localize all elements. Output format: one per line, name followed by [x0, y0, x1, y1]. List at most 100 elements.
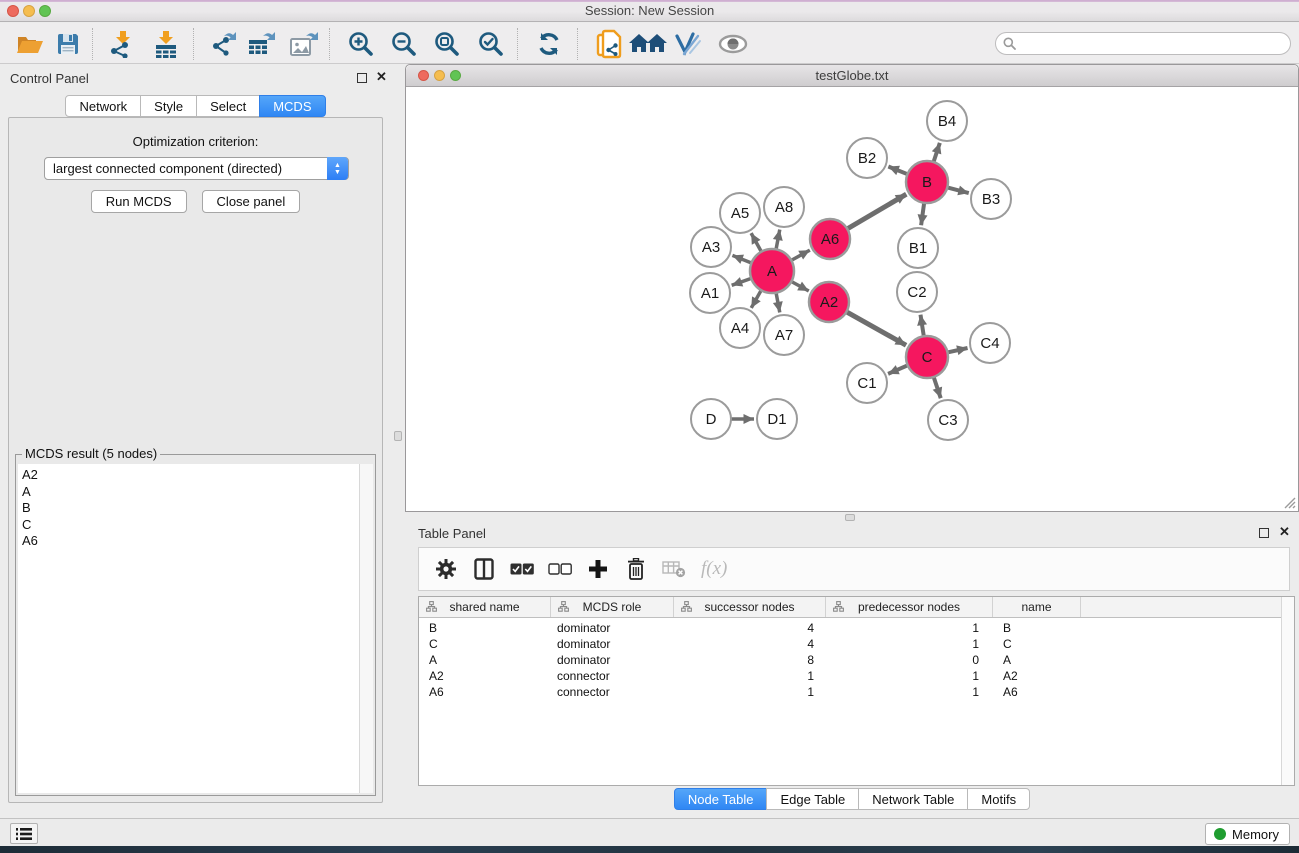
graph-edge-C-C1[interactable]: [888, 365, 908, 374]
graph-node-B[interactable]: B: [906, 161, 948, 203]
graph-node-B4[interactable]: B4: [927, 101, 967, 141]
graph-node-A5[interactable]: A5: [720, 193, 760, 233]
graph-edge-A-A4[interactable]: [751, 290, 761, 308]
optimization-criterion-select[interactable]: largest connected component (directed) ▲…: [44, 157, 349, 180]
open-file-button[interactable]: [14, 28, 46, 60]
hide-panels-button[interactable]: [672, 28, 704, 60]
zoom-fit-button[interactable]: [431, 28, 463, 60]
graph-node-A7[interactable]: A7: [764, 315, 804, 355]
column-header-shared-name[interactable]: shared name: [419, 597, 551, 617]
column-header-successor-nodes[interactable]: successor nodes: [674, 597, 826, 617]
graph-edge-C-C3[interactable]: [934, 377, 941, 398]
graph-node-B3[interactable]: B3: [971, 179, 1011, 219]
graph-node-A8[interactable]: A8: [764, 187, 804, 227]
add-column-button[interactable]: [581, 552, 615, 586]
vertical-splitter-handle[interactable]: [394, 431, 402, 441]
zoom-out-button[interactable]: [388, 28, 420, 60]
tab-motifs[interactable]: Motifs: [967, 788, 1030, 810]
save-session-button[interactable]: [52, 28, 84, 60]
column-header-MCDS-role[interactable]: MCDS role: [551, 597, 674, 617]
graph-edge-B-B1[interactable]: [921, 203, 924, 225]
graph-edge-B-B2[interactable]: [888, 167, 907, 175]
graph-edge-A-A1[interactable]: [732, 278, 752, 285]
close-table-panel-icon[interactable]: ✕: [1279, 524, 1290, 540]
zoom-selected-button[interactable]: [475, 28, 507, 60]
graph-edge-C-C2[interactable]: [920, 315, 923, 337]
mcds-result-list[interactable]: A2ABCA6: [18, 464, 373, 793]
resize-grip-icon[interactable]: [1283, 496, 1296, 509]
graph-node-A6[interactable]: A6: [810, 219, 850, 259]
graph-node-C2[interactable]: C2: [897, 272, 937, 312]
tab-mcds[interactable]: MCDS: [259, 95, 325, 117]
graph-node-D[interactable]: D: [691, 399, 731, 439]
table-row[interactable]: A6connector11A6: [419, 684, 1294, 700]
close-panel-icon[interactable]: ✕: [376, 69, 387, 85]
column-header-name[interactable]: name: [993, 597, 1081, 617]
mcds-result-item[interactable]: A2: [22, 467, 373, 484]
export-network-button[interactable]: [208, 28, 240, 60]
import-table-button[interactable]: [150, 28, 182, 60]
graph-edge-C-C4[interactable]: [947, 348, 967, 352]
float-table-panel-icon[interactable]: [1259, 528, 1269, 538]
graph-node-A1[interactable]: A1: [690, 273, 730, 313]
tab-style[interactable]: Style: [140, 95, 197, 117]
show-columns-button[interactable]: [467, 552, 501, 586]
table-row[interactable]: Cdominator41C: [419, 636, 1294, 652]
mcds-result-item[interactable]: B: [22, 500, 373, 517]
close-panel-button[interactable]: Close panel: [202, 190, 301, 213]
graph-node-C3[interactable]: C3: [928, 400, 968, 440]
delete-table-button[interactable]: [657, 552, 691, 586]
mcds-result-item[interactable]: A: [22, 484, 373, 501]
memory-button[interactable]: Memory: [1205, 823, 1290, 845]
task-history-button[interactable]: [10, 823, 38, 844]
network-canvas[interactable]: A B C A6 A2 A1 A3 A4 A5 A7 A8 B1 B2 B3B4 C1 C2 C3C4 D D1: [406, 87, 1298, 511]
graph-node-B2[interactable]: B2: [847, 138, 887, 178]
graph-edge-A-A6[interactable]: [791, 250, 810, 260]
graph-node-A[interactable]: A: [750, 249, 794, 293]
home-button[interactable]: [628, 28, 668, 60]
tab-edge-table[interactable]: Edge Table: [766, 788, 859, 810]
graph-edge-A6-B[interactable]: [847, 194, 906, 229]
graph-node-A4[interactable]: A4: [720, 308, 760, 348]
tab-network[interactable]: Network: [65, 95, 141, 117]
run-mcds-button[interactable]: Run MCDS: [91, 190, 187, 213]
table-scrollbar[interactable]: [1281, 597, 1294, 785]
graph-edge-A-A3[interactable]: [732, 255, 751, 263]
graph-edge-A2-C[interactable]: [846, 312, 906, 345]
graph-node-C[interactable]: C: [906, 336, 948, 378]
eye-button[interactable]: [717, 28, 749, 60]
network-graph[interactable]: A B C A6 A2 A1 A3 A4 A5 A7 A8 B1 B2 B3B4 C1 C2 C3C4 D D1: [406, 87, 1298, 511]
float-panel-icon[interactable]: [357, 73, 367, 83]
graph-edge-A-A8[interactable]: [776, 230, 780, 250]
mcds-result-item[interactable]: A6: [22, 533, 373, 550]
search-input[interactable]: [1020, 37, 1270, 51]
tab-network-table[interactable]: Network Table: [858, 788, 968, 810]
refresh-button[interactable]: [533, 28, 565, 60]
graph-edge-A-A2[interactable]: [791, 282, 808, 292]
mcds-list-scrollbar[interactable]: [359, 464, 373, 793]
graph-edge-B-B3[interactable]: [947, 187, 968, 193]
graph-node-C1[interactable]: C1: [847, 363, 887, 403]
delete-column-button[interactable]: [619, 552, 653, 586]
graph-edge-A-A7[interactable]: [776, 293, 780, 313]
table-row[interactable]: Bdominator41B: [419, 620, 1294, 636]
graph-node-C4[interactable]: C4: [970, 323, 1010, 363]
tab-node-table[interactable]: Node Table: [674, 788, 768, 810]
table-row[interactable]: A2connector11A2: [419, 668, 1294, 684]
export-table-button[interactable]: [246, 28, 278, 60]
session-file-button[interactable]: [594, 28, 626, 60]
tab-select[interactable]: Select: [196, 95, 260, 117]
select-all-button[interactable]: [505, 552, 539, 586]
graph-node-A3[interactable]: A3: [691, 227, 731, 267]
graph-node-A2[interactable]: A2: [809, 282, 849, 322]
table-settings-button[interactable]: [429, 552, 463, 586]
graph-edge-B-B4[interactable]: [934, 143, 940, 162]
mcds-result-item[interactable]: C: [22, 517, 373, 534]
column-header-predecessor-nodes[interactable]: predecessor nodes: [826, 597, 993, 617]
import-network-button[interactable]: [106, 28, 138, 60]
graph-edge-A-A5[interactable]: [751, 233, 761, 252]
zoom-in-button[interactable]: [345, 28, 377, 60]
graph-node-B1[interactable]: B1: [898, 228, 938, 268]
graph-node-D1[interactable]: D1: [757, 399, 797, 439]
deselect-all-button[interactable]: [543, 552, 577, 586]
